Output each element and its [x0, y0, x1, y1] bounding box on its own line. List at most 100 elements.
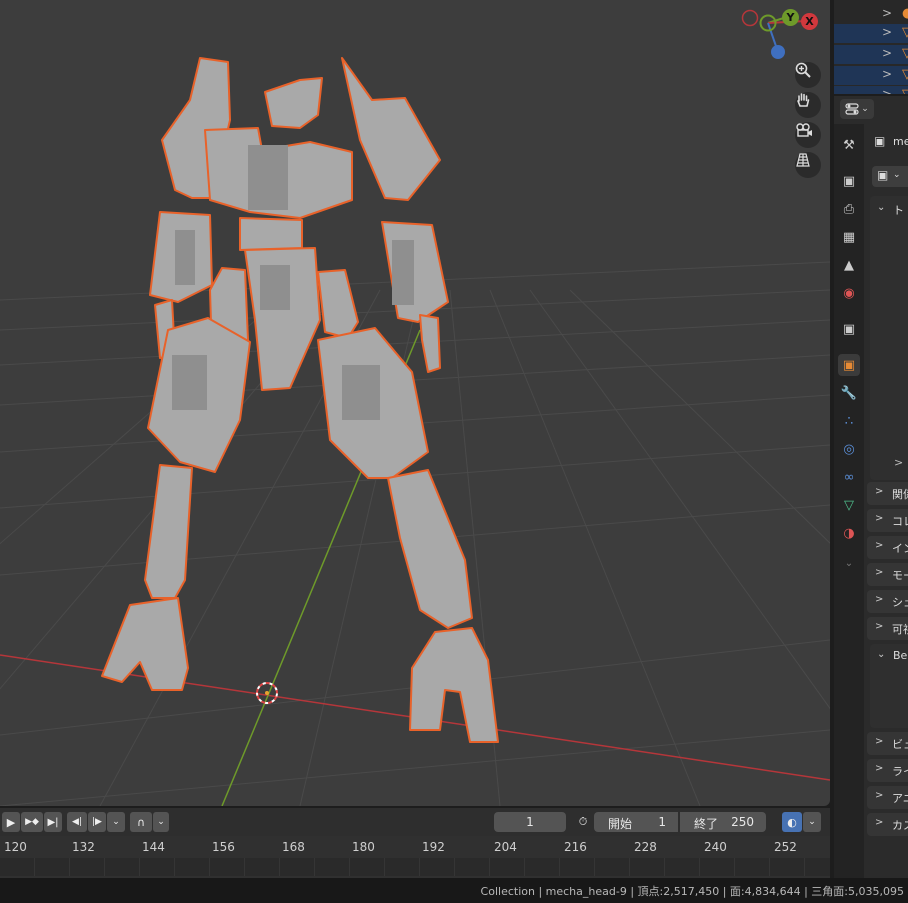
chevron-down-icon[interactable]: ⌄: [107, 812, 125, 832]
panel-label: ライ: [892, 765, 908, 778]
panel-label: 関係: [892, 488, 908, 501]
gizmo-x-axis[interactable]: X: [801, 13, 818, 30]
panel-line-art[interactable]: > ライ: [867, 759, 908, 782]
chevron-right-icon[interactable]: >: [882, 46, 892, 60]
gizmo-y-axis[interactable]: Y: [782, 9, 799, 26]
panel-motion-paths[interactable]: > モー: [867, 563, 908, 586]
panel-label: モー: [892, 569, 908, 582]
panel-label: イン: [892, 542, 908, 555]
panel-viewport-display[interactable]: > ビュ: [867, 732, 908, 755]
chevron-right-icon[interactable]: >: [882, 67, 892, 81]
panel-instancing[interactable]: > イン: [867, 536, 908, 559]
panel-bea: ⌄ Bea: [870, 644, 908, 728]
outliner-row[interactable]: > ●: [834, 5, 908, 24]
panel-animation[interactable]: > アニ: [867, 786, 908, 809]
particles-icon[interactable]: ∴: [838, 410, 860, 432]
start-frame-field[interactable]: 開始 1: [594, 812, 678, 832]
navigation-gizmo[interactable]: Y X: [740, 8, 820, 63]
render-icon[interactable]: ▣: [838, 170, 860, 192]
panel-label: コレ: [892, 515, 908, 528]
sync-playback-icon[interactable]: ◐: [782, 812, 802, 832]
collection-icon[interactable]: ▣: [838, 318, 860, 340]
prev-keyframe-icon[interactable]: ◀|: [67, 812, 87, 832]
panel-label: 可視: [892, 623, 908, 636]
scene-statistics: Collection | mecha_head-9 | 頂点:2,517,450…: [480, 885, 904, 898]
chevron-right-icon: >: [875, 621, 884, 632]
auto-keying-icon[interactable]: ∩: [130, 812, 152, 832]
output-icon[interactable]: ⎙: [838, 198, 860, 220]
panel-label: Bea: [893, 649, 908, 662]
current-frame-field[interactable]: 1: [494, 812, 566, 832]
viewport-canvas: [0, 57, 830, 806]
play-icon[interactable]: ▶: [2, 812, 20, 832]
world-icon[interactable]: ◉: [838, 282, 860, 304]
chevron-right-icon: >: [875, 540, 884, 551]
ruler-tick: 216: [564, 840, 587, 854]
material-icon[interactable]: ◑: [838, 522, 860, 544]
data-icon[interactable]: ▽: [838, 494, 860, 516]
timeline-ruler[interactable]: 120 132 144 156 168 180 192 204 216 228 …: [0, 836, 830, 878]
panel-collections[interactable]: > コレ: [867, 509, 908, 532]
chevron-down-icon: ⌄: [861, 104, 869, 114]
next-keyframe-icon[interactable]: |▶: [88, 812, 106, 832]
3d-cursor[interactable]: [256, 682, 278, 704]
editor-type-dropdown[interactable]: ⌄: [840, 99, 874, 119]
chevron-right-icon: >: [875, 567, 884, 578]
panel-relations[interactable]: > 関係: [867, 482, 908, 505]
chevron-right-icon: >: [875, 594, 884, 605]
chevron-down-icon[interactable]: ⌄: [877, 649, 885, 660]
chevron-down-icon[interactable]: ⌄: [877, 202, 885, 213]
jump-keyframe-icon[interactable]: ▶◆: [21, 812, 43, 832]
chevron-right-icon[interactable]: >: [894, 456, 903, 469]
zoom-icon[interactable]: [795, 62, 821, 88]
object-name: me: [893, 135, 908, 148]
chevron-right-icon: >: [875, 790, 884, 801]
chevron-down-icon: ⌄: [893, 170, 901, 180]
object-icon: ▣: [877, 168, 889, 182]
panel-shading[interactable]: > シェ: [867, 590, 908, 613]
mesh-triangle-icon: ▽: [902, 46, 908, 61]
3d-viewport[interactable]: Y X: [0, 0, 830, 806]
properties-tabs[interactable]: ⚒ ▣ ⎙ ▦ ▲ ◉ ▣ ▣ 🔧 ∴ ◎ ∞ ▽ ◑ ⌄: [834, 124, 864, 878]
physics-icon[interactable]: ◎: [838, 438, 860, 460]
outliner-row[interactable]: > ▽: [834, 24, 908, 43]
outliner-row[interactable]: > ▽: [834, 45, 908, 64]
ruler-tick: 252: [774, 840, 797, 854]
grid-perspective-icon[interactable]: [795, 152, 821, 178]
start-value: 1: [658, 815, 666, 829]
object-icon: ▣: [874, 134, 886, 148]
modifier-icon[interactable]: 🔧: [838, 382, 860, 404]
ruler-tick: 120: [4, 840, 27, 854]
chevron-right-icon[interactable]: >: [882, 25, 892, 39]
ruler-tick: 180: [352, 840, 375, 854]
hand-pan-icon[interactable]: [795, 92, 821, 118]
outliner-row[interactable]: > ▽: [834, 86, 908, 94]
mecha-model[interactable]: [101, 57, 499, 743]
mesh-triangle-icon: ▽: [902, 67, 908, 82]
object-datablock-selector[interactable]: ▣ ⌄: [872, 166, 908, 187]
stopwatch-icon[interactable]: ⏱: [572, 812, 594, 832]
chevron-down-icon[interactable]: ⌄: [153, 812, 169, 832]
start-label: 開始: [608, 817, 633, 831]
ruler-tick: 132: [72, 840, 95, 854]
tool-icon[interactable]: ⚒: [838, 134, 860, 156]
timeline-track[interactable]: [0, 858, 830, 876]
ruler-tick: 156: [212, 840, 235, 854]
chevron-down-icon[interactable]: ⌄: [803, 812, 821, 832]
chevron-right-icon[interactable]: >: [882, 6, 892, 20]
view-layer-icon[interactable]: ▦: [838, 226, 860, 248]
object-icon[interactable]: ▣: [838, 354, 860, 376]
outliner-row[interactable]: > ▽: [834, 66, 908, 85]
panel-visibility[interactable]: > 可視: [867, 617, 908, 640]
constraints-icon[interactable]: ∞: [838, 466, 860, 488]
jump-end-icon[interactable]: ▶|: [44, 812, 62, 832]
end-frame-field[interactable]: 終了 250: [680, 812, 766, 832]
panel-label: アニ: [892, 792, 908, 805]
chevron-right-icon[interactable]: >: [882, 87, 892, 94]
outliner[interactable]: > ● > ▽ > ▽ > ▽ > ▽: [834, 0, 908, 94]
scene-icon[interactable]: ▲: [838, 254, 860, 276]
ruler-tick: 228: [634, 840, 657, 854]
panel-custom-properties[interactable]: > カス: [867, 813, 908, 836]
camera-icon[interactable]: [795, 122, 821, 148]
ruler-tick: 144: [142, 840, 165, 854]
